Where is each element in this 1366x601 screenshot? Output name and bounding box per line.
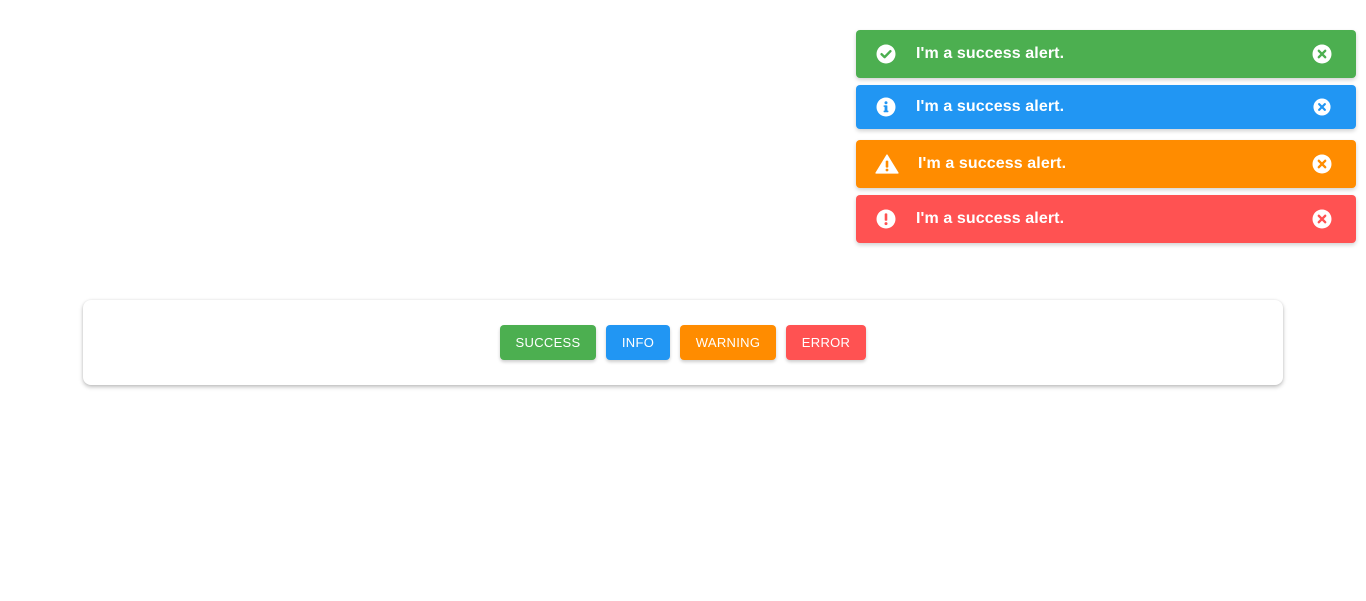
alert-message: I'm a success alert.	[916, 210, 1065, 227]
check-circle-icon	[876, 44, 896, 64]
close-circle-icon[interactable]	[1312, 154, 1332, 174]
exclamation-circle-icon	[876, 209, 896, 229]
alert-message: I'm a success alert.	[916, 45, 1065, 62]
warning-button[interactable]: WARNING	[680, 325, 776, 360]
error-button[interactable]: ERROR	[786, 325, 866, 360]
info-circle-icon	[876, 97, 896, 117]
close-circle-icon[interactable]	[1312, 44, 1332, 64]
page: I'm a success alert. I'm a success alert…	[0, 0, 1366, 601]
button-card: SUCCESS INFO WARNING ERROR	[83, 300, 1283, 385]
alert-error: I'm a success alert.	[856, 195, 1356, 243]
button-row: SUCCESS INFO WARNING ERROR	[83, 325, 1283, 360]
info-button[interactable]: INFO	[606, 325, 670, 360]
alert-info: I'm a success alert.	[856, 85, 1356, 129]
alert-warning: I'm a success alert.	[856, 140, 1356, 188]
alert-message: I'm a success alert.	[916, 98, 1065, 115]
alert-success: I'm a success alert.	[856, 30, 1356, 78]
warning-triangle-icon	[875, 154, 899, 174]
alert-message: I'm a success alert.	[918, 155, 1067, 172]
success-button[interactable]: SUCCESS	[500, 325, 596, 360]
close-circle-icon[interactable]	[1312, 209, 1332, 229]
close-circle-icon[interactable]	[1312, 97, 1332, 117]
